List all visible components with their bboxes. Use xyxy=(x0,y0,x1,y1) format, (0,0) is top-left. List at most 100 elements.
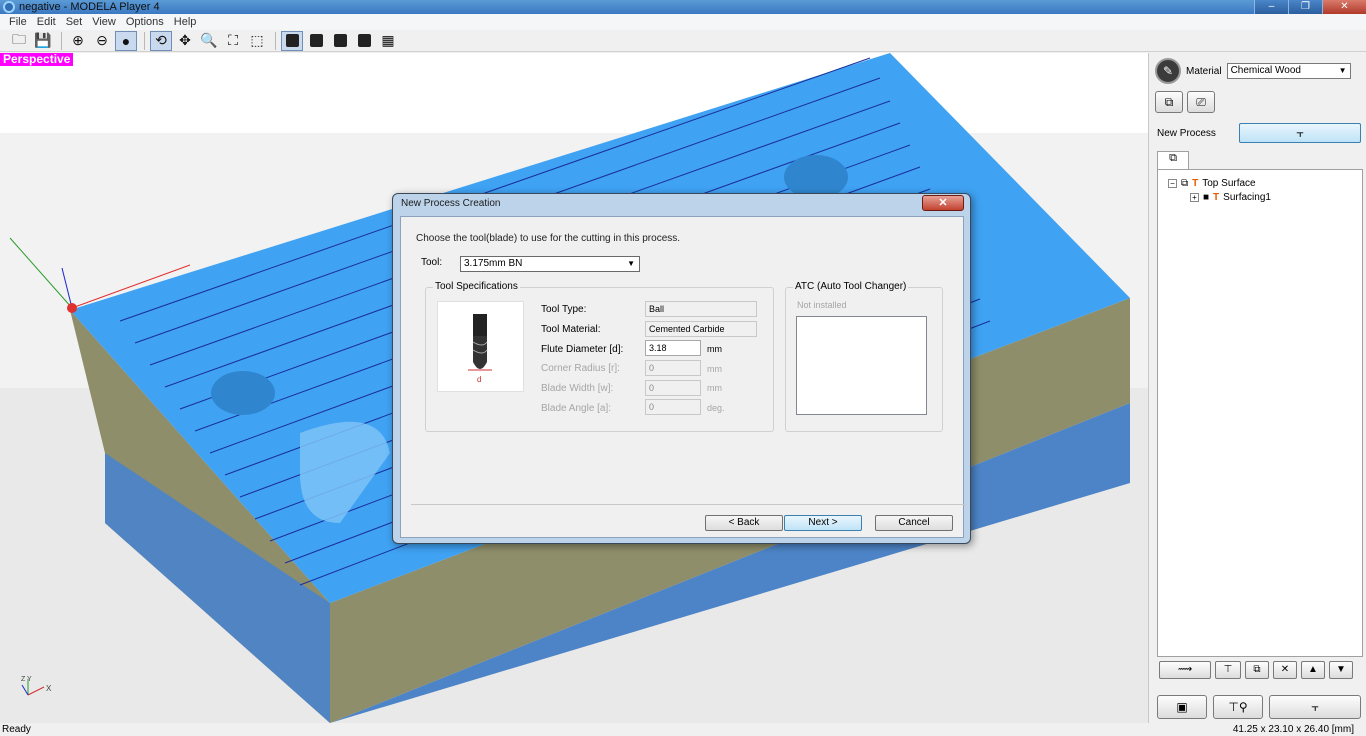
toolbar-separator xyxy=(61,31,62,50)
toolbar-separator xyxy=(144,31,145,50)
edit-process-button[interactable]: ⊤ xyxy=(1215,661,1241,679)
tree-item-top-surface[interactable]: − ⧉ T Top Surface xyxy=(1168,178,1256,189)
tool-icon: T xyxy=(1192,178,1199,189)
atc-status: Not installed xyxy=(797,300,847,310)
tree-item-label: Top Surface xyxy=(1202,178,1256,189)
toolbar: 🗀 💾 ⊕ ⊖ ● ⟲ ✥ 🔍 ⛶ ⬚ ▦ xyxy=(0,30,1366,52)
side-view-icon[interactable] xyxy=(329,31,351,51)
tool-type-label: Tool Type: xyxy=(541,304,587,315)
layer-icon: ⧉ xyxy=(1181,178,1189,189)
dialog-close-button[interactable]: ✕ xyxy=(922,195,964,211)
maximize-button[interactable]: ❐ xyxy=(1288,0,1322,14)
dialog-title: New Process Creation xyxy=(401,198,501,209)
move-down-button[interactable]: ▼ xyxy=(1329,661,1353,679)
title-bar: negative - MODELA Player 4 – ❐ ✕ xyxy=(0,0,1366,14)
flute-diameter-label: Flute Diameter [d]: xyxy=(541,344,624,355)
tool-select[interactable]: 3.175mm BN ▼ xyxy=(460,256,640,272)
close-window-button[interactable]: ✕ xyxy=(1322,0,1366,14)
delete-process-button[interactable]: ✕ xyxy=(1273,661,1297,679)
preview-cutting-button[interactable]: ⟿ xyxy=(1159,661,1211,679)
material-icon[interactable]: ✎ xyxy=(1155,58,1181,84)
modeling-position-button[interactable]: ⎚ xyxy=(1187,91,1215,113)
expand-icon[interactable]: + xyxy=(1190,193,1199,202)
open-folder-icon[interactable]: 🗀 xyxy=(8,31,30,51)
model-size-button[interactable]: ⧉ xyxy=(1155,91,1183,113)
tool-select-value: 3.175mm BN xyxy=(464,258,523,269)
tool-icon: T xyxy=(1213,192,1220,203)
blade-angle-input: 0 xyxy=(645,399,701,415)
zoom-icon[interactable]: 🔍 xyxy=(198,31,220,51)
new-process-label: New Process xyxy=(1157,127,1216,139)
menu-set[interactable]: Set xyxy=(61,14,88,30)
menu-edit[interactable]: Edit xyxy=(32,14,61,30)
wireframe-icon[interactable]: ⊖ xyxy=(91,31,113,51)
minimize-button[interactable]: – xyxy=(1254,0,1288,14)
menu-help[interactable]: Help xyxy=(169,14,202,30)
cancel-button[interactable]: Cancel xyxy=(875,515,953,531)
tool-type-value: Ball xyxy=(645,301,757,317)
front-view-icon[interactable] xyxy=(305,31,327,51)
diagram-d-label: d xyxy=(477,375,481,384)
copy-process-button[interactable]: ⧉ xyxy=(1245,661,1269,679)
tree-item-label: Surfacing1 xyxy=(1223,192,1271,203)
blade-width-label: Blade Width [w]: xyxy=(541,383,614,394)
cut-button[interactable]: ⫟ xyxy=(1269,695,1361,719)
back-button[interactable]: < Back xyxy=(705,515,783,531)
multi-view-icon[interactable]: ▦ xyxy=(377,31,399,51)
right-panel: ✎ Material Chemical Wood ▼ ⧉ ⎚ New Proce… xyxy=(1148,53,1366,723)
material-label: Material xyxy=(1186,65,1222,77)
menu-options[interactable]: Options xyxy=(121,14,169,30)
status-text: Ready xyxy=(2,724,31,735)
collapse-icon[interactable]: − xyxy=(1168,179,1177,188)
new-process-button[interactable]: ⫟ xyxy=(1239,123,1361,143)
atc-list[interactable] xyxy=(796,316,927,415)
blade-width-input: 0 xyxy=(645,380,701,396)
axis-y-label: Y xyxy=(27,676,32,683)
tool-diagram: d xyxy=(437,301,524,392)
bottom-actions: ▣ ⊤⚲ ⫟ xyxy=(1157,695,1361,719)
tool-label: Tool: xyxy=(421,257,443,268)
view-label: Perspective xyxy=(0,53,74,66)
origin-icon[interactable]: ⊕ xyxy=(67,31,89,51)
group-title: Tool Specifications xyxy=(433,281,520,292)
group-title: ATC (Auto Tool Changer) xyxy=(793,281,909,292)
tool-material-label: Tool Material: xyxy=(541,324,601,335)
axis-indicator: Z Y X xyxy=(18,673,58,703)
process-tree-tab[interactable]: ⧉ xyxy=(1157,151,1189,169)
fit-icon[interactable]: ⛶ xyxy=(222,31,244,51)
flute-diameter-unit: mm xyxy=(707,344,722,354)
top-view-icon[interactable] xyxy=(353,31,375,51)
save-icon[interactable]: 💾 xyxy=(32,31,54,51)
process-tree: − ⧉ T Top Surface + ■ T Surfacing1 xyxy=(1157,169,1363,657)
stop-button[interactable]: ▣ xyxy=(1157,695,1207,719)
dialog-instruction: Choose the tool(blade) to use for the cu… xyxy=(416,233,681,244)
corner-radius-input: 0 xyxy=(645,360,701,376)
preview-button[interactable]: ⊤⚲ xyxy=(1213,695,1263,719)
perspective-view-icon[interactable] xyxy=(281,30,303,51)
toolbar-separator xyxy=(275,31,276,50)
tool-material-value: Cemented Carbide xyxy=(645,321,757,337)
new-process-dialog: New Process Creation ✕ Choose the tool(b… xyxy=(392,193,971,544)
next-button[interactable]: Next > xyxy=(784,515,862,531)
app-icon xyxy=(3,1,15,13)
status-square-icon: ■ xyxy=(1203,192,1210,203)
window-title: negative - MODELA Player 4 xyxy=(19,1,160,13)
flute-diameter-input[interactable]: 3.18 xyxy=(645,340,701,356)
blade-angle-unit: deg. xyxy=(707,403,725,413)
material-select-value: Chemical Wood xyxy=(1230,65,1301,76)
status-bar: Ready 41.25 x 23.10 x 26.40 [mm] xyxy=(0,723,1366,736)
move-up-button[interactable]: ▲ xyxy=(1301,661,1325,679)
axis-x-label: X xyxy=(46,684,52,693)
menu-view[interactable]: View xyxy=(87,14,121,30)
tree-item-surfacing1[interactable]: + ■ T Surfacing1 xyxy=(1190,192,1271,203)
solid-view-icon[interactable]: ● xyxy=(115,30,137,51)
zoom-box-icon[interactable]: ⬚ xyxy=(246,31,268,51)
dialog-divider xyxy=(411,504,966,505)
blade-width-unit: mm xyxy=(707,383,722,393)
rotate-icon[interactable]: ⟲ xyxy=(150,30,172,51)
pan-icon[interactable]: ✥ xyxy=(174,31,196,51)
corner-radius-label: Corner Radius [r]: xyxy=(541,363,620,374)
corner-radius-unit: mm xyxy=(707,364,722,374)
material-select[interactable]: Chemical Wood ▼ xyxy=(1226,63,1351,79)
chevron-down-icon: ▼ xyxy=(1338,66,1347,75)
